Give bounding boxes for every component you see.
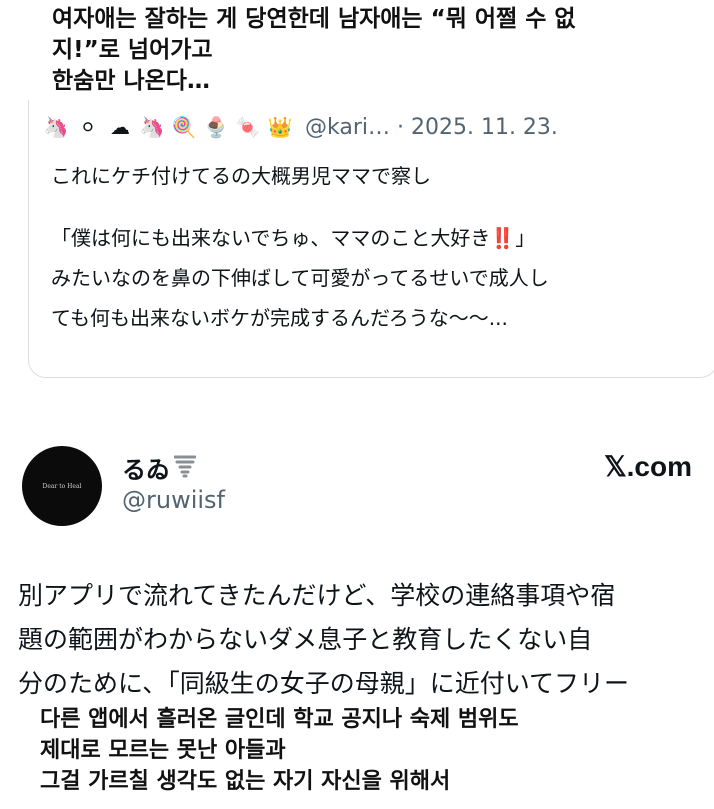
tweet-header: Dear to Heal るゐ @ruwiisf 𝕏.com — [22, 446, 712, 526]
quoted-line: ても何も出来ないボケが完成するんだろうな～～... — [51, 306, 508, 330]
quoted-line: 「僕は何にも出来ないでちゅ、ママのこと大好き‼️」 — [51, 226, 536, 250]
avatar[interactable]: Dear to Heal — [22, 446, 102, 526]
ice-cream-icon: 🍨 — [203, 115, 229, 139]
caption-line: 제대로 모르는 못난 아들과 — [40, 738, 286, 763]
display-name[interactable]: るゐ — [122, 450, 197, 485]
quoted-tweet-header: 🦄 ⚪ ☁ 🦄 🍭 🍨 🍬 👑 @kari… · 2025. 11. 23. — [43, 110, 558, 144]
caption-line: 다른 앱에서 흘러온 글인데 학교 공지나 숙제 범위도 — [40, 707, 519, 732]
cloud-icon: ☁ — [110, 115, 130, 139]
quoted-tweet-text: これにケチ付けてるの大概男児ママで察し 「僕は何にも出来ないでちゅ、ママのこと大… — [51, 156, 711, 338]
lollipop-icon: 🍭 — [171, 115, 197, 139]
quoted-blank-line — [51, 196, 711, 218]
quoted-tweet-card[interactable]: 🦄 ⚪ ☁ 🦄 🍭 🍨 🍬 👑 @kari… · 2025. 11. 23. こ… — [28, 100, 714, 378]
bubbles-icon: ⚪ — [79, 115, 97, 139]
caption-line: 지!”로 넘어가고 — [52, 37, 213, 63]
display-name-text: るゐ — [122, 456, 170, 484]
unicorn-emoji-icon: 🦄 — [43, 115, 69, 139]
caption-line: 여자애는 잘하는 게 당연한데 남자애는 “뭐 어쩔 수 없 — [52, 6, 576, 32]
quoted-line: これにケチ付けてるの大概男児ママで察し — [51, 164, 431, 188]
tweet-text: 別アプリで流れてきたんだけど、学校の連絡事項や宿 題の範囲がわからないダメ息子と… — [18, 574, 708, 706]
avatar-text: Dear to Heal — [42, 482, 82, 490]
tweet-line: 別アプリで流れてきたんだけど、学校の連絡事項や宿 — [18, 581, 616, 610]
quoted-line: みたいなのを鼻の下伸ばして可愛がってるせいで成人し — [51, 266, 549, 290]
korean-caption-top: 여자애는 잘하는 게 당연한데 남자애는 “뭐 어쩔 수 없 지!”로 넘어가고… — [0, 4, 714, 97]
crown-icon: 👑 — [267, 115, 293, 139]
caption-line: 한숨만 나온다… — [52, 68, 210, 94]
caption-line: 그걸 가르칠 생각도 없는 자기 자신을 위해서 — [40, 769, 451, 794]
quoted-handle-date[interactable]: @kari… · 2025. 11. 23. — [305, 115, 558, 140]
x-logo-source[interactable]: 𝕏.com — [604, 450, 692, 483]
tweet-line: 分のために、「同級生の女子の母親」に近付いてフリー — [18, 669, 630, 698]
unicorn-icon: 🦄 — [139, 115, 165, 139]
user-handle[interactable]: @ruwiisf — [122, 486, 225, 514]
tornado-icon — [173, 454, 197, 484]
candy-icon: 🍬 — [235, 115, 261, 139]
tweet-line: 題の範囲がわからないダメ息子と教育したくない自 — [18, 625, 593, 654]
korean-caption-bottom: 다른 앱에서 흘러온 글인데 학교 공지나 숙제 범위도 제대로 모르는 못난 … — [0, 704, 714, 797]
